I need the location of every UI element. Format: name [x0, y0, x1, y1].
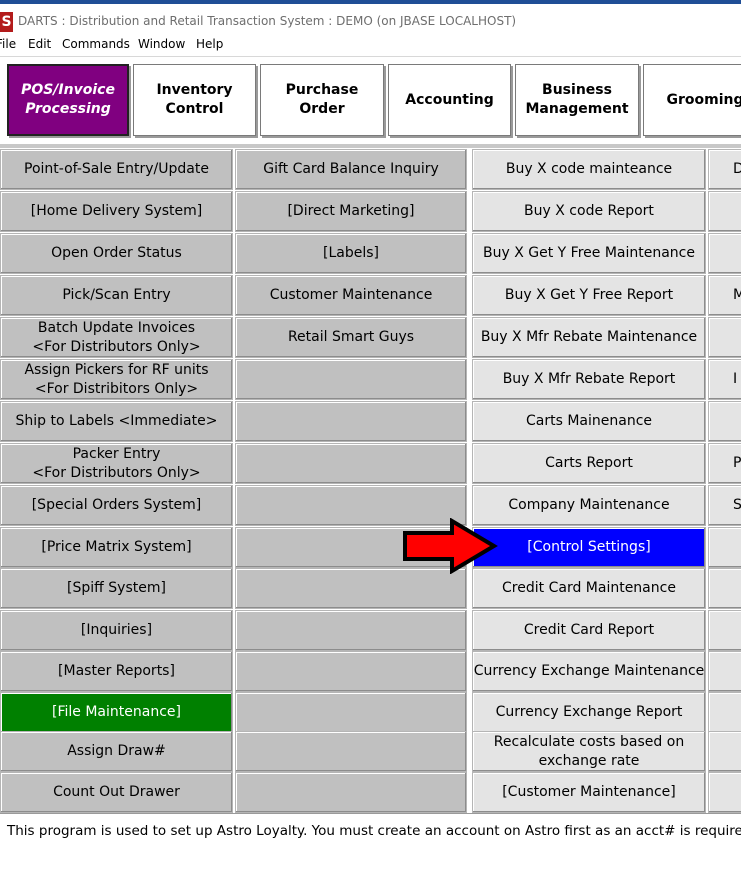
menu-button-special-orders-system[interactable]: [Special Orders System] [0, 485, 233, 526]
menu-button-credit-card-maintenance[interactable]: Credit Card Maintenance [472, 568, 706, 609]
menu-button-buy-x-mfr-rebate-maintenance[interactable]: Buy X Mfr Rebate Maintenance [472, 317, 706, 358]
menu-button-empty [235, 610, 467, 651]
menu-button-home-delivery-system[interactable]: [Home Delivery System] [0, 191, 233, 232]
menu-button-empty [708, 401, 741, 442]
menu-button-gift-card-balance-inquiry[interactable]: Gift Card Balance Inquiry [235, 149, 467, 190]
menu-button-empty [708, 317, 741, 358]
menu-button-spiff-system[interactable]: [Spiff System] [0, 568, 233, 609]
menu-button-empty [708, 233, 741, 274]
menu-button-currency-exchange-maintenance[interactable]: Currency Exchange Maintenance [472, 651, 706, 692]
tab-divider [0, 144, 741, 148]
tab-inventory-control[interactable]: Inventory Control [133, 64, 256, 136]
menu-button-sa[interactable]: Sa [708, 485, 741, 526]
menu-button-packer-entry-for-distributors-only[interactable]: Packer Entry <For Distributors Only> [0, 443, 233, 484]
menu-button-empty [708, 731, 741, 772]
menu-button-carts-mainenance[interactable]: Carts Mainenance [472, 401, 706, 442]
menu-button-buy-x-get-y-free-maintenance[interactable]: Buy X Get Y Free Maintenance [472, 233, 706, 274]
menu-button-open-order-status[interactable]: Open Order Status [0, 233, 233, 274]
tab-purchase-order[interactable]: Purchase Order [260, 64, 384, 136]
menu-button-pick-scan-entry[interactable]: Pick/Scan Entry [0, 275, 233, 316]
menu-button-price-matrix-system[interactable]: [Price Matrix System] [0, 527, 233, 568]
menu-button-pi[interactable]: Pi [708, 443, 741, 484]
menu-bar: File Edit Commands Window Help [0, 34, 741, 57]
menu-file[interactable]: File [0, 37, 16, 51]
red-arrow-icon [403, 518, 498, 574]
menu-button-retail-smart-guys[interactable]: Retail Smart Guys [235, 317, 467, 358]
menu-button-empty [708, 191, 741, 232]
menu-button-i[interactable]: I [708, 359, 741, 400]
menu-button-assign-pickers-for-rf-units-for-distribitors-only[interactable]: Assign Pickers for RF units <For Distrib… [0, 359, 233, 400]
arrow-shape [403, 518, 498, 574]
app-icon: S [0, 12, 13, 32]
tab-grooming[interactable]: Grooming [643, 64, 741, 136]
menu-button-buy-x-mfr-rebate-report[interactable]: Buy X Mfr Rebate Report [472, 359, 706, 400]
menu-button-buy-x-code-mainteance[interactable]: Buy X code mainteance [472, 149, 706, 190]
menu-button-customer-maintenance[interactable]: [Customer Maintenance] [472, 772, 706, 813]
menu-button-file-maintenance[interactable]: [File Maintenance] [0, 692, 233, 733]
menu-button-buy-x-get-y-free-report[interactable]: Buy X Get Y Free Report [472, 275, 706, 316]
menu-button-grid: Point-of-Sale Entry/Update [Home Delivery… [0, 149, 741, 813]
tab-pos-invoice-processing[interactable]: POS/Invoice Processing [7, 64, 129, 136]
tab-accounting[interactable]: Accounting [388, 64, 511, 136]
menu-button-direct-marketing[interactable]: [Direct Marketing] [235, 191, 467, 232]
menu-button-currency-exchange-report[interactable]: Currency Exchange Report [472, 692, 706, 733]
menu-button-recalculate-costs-based-on-exchange-rate[interactable]: Recalculate costs based on exchange rate [472, 731, 706, 772]
menu-button-empty [708, 568, 741, 609]
menu-button-empty [235, 401, 467, 442]
menu-button-empty [235, 568, 467, 609]
menu-button-control-settings[interactable]: [Control Settings] [472, 527, 706, 568]
menu-button-labels[interactable]: [Labels] [235, 233, 467, 274]
menu-button-point-of-sale-entry-update[interactable]: Point-of-Sale Entry/Update [0, 149, 233, 190]
menu-button-customer-maintenance[interactable]: Customer Maintenance [235, 275, 467, 316]
menu-button-empty [235, 443, 467, 484]
status-bar: This program is used to set up Astro Loy… [0, 813, 741, 871]
menu-button-empty [235, 651, 467, 692]
menu-button-empty [708, 651, 741, 692]
menu-button-credit-card-report[interactable]: Credit Card Report [472, 610, 706, 651]
module-tab-row: POS/Invoice Processing Inventory Control… [0, 57, 741, 145]
menu-button-empty [708, 692, 741, 733]
menu-button-empty [235, 772, 467, 813]
menu-button-empty [708, 610, 741, 651]
menu-button-empty [708, 772, 741, 813]
menu-commands[interactable]: Commands [62, 37, 130, 51]
menu-button-buy-x-code-report[interactable]: Buy X code Report [472, 191, 706, 232]
menu-button-count-out-drawer[interactable]: Count Out Drawer [0, 772, 233, 813]
menu-button-batch-update-invoices-for-distributors-only[interactable]: Batch Update Invoices <For Distributors … [0, 317, 233, 358]
status-message: This program is used to set up Astro Loy… [7, 823, 741, 839]
menu-window[interactable]: Window [138, 37, 185, 51]
menu-help[interactable]: Help [196, 37, 223, 51]
menu-button-company-maintenance[interactable]: Company Maintenance [472, 485, 706, 526]
menu-button-master-reports[interactable]: [Master Reports] [0, 651, 233, 692]
menu-button-ship-to-labels-immediate[interactable]: Ship to Labels <Immediate> [0, 401, 233, 442]
menu-button-empty [708, 527, 741, 568]
menu-button-empty [235, 359, 467, 400]
window-title: DARTS : Distribution and Retail Transact… [18, 14, 517, 28]
menu-button-assign-draw[interactable]: Assign Draw# [0, 731, 233, 772]
menu-button-inquiries[interactable]: [Inquiries] [0, 610, 233, 651]
tab-business-management[interactable]: Business Management [515, 64, 639, 136]
menu-button-m[interactable]: M [708, 275, 741, 316]
menu-button-empty [235, 731, 467, 772]
menu-button-carts-report[interactable]: Carts Report [472, 443, 706, 484]
menu-button-d[interactable]: D [708, 149, 741, 190]
title-bar: S DARTS : Distribution and Retail Transa… [0, 4, 741, 34]
menu-edit[interactable]: Edit [28, 37, 51, 51]
menu-button-empty [235, 692, 467, 733]
